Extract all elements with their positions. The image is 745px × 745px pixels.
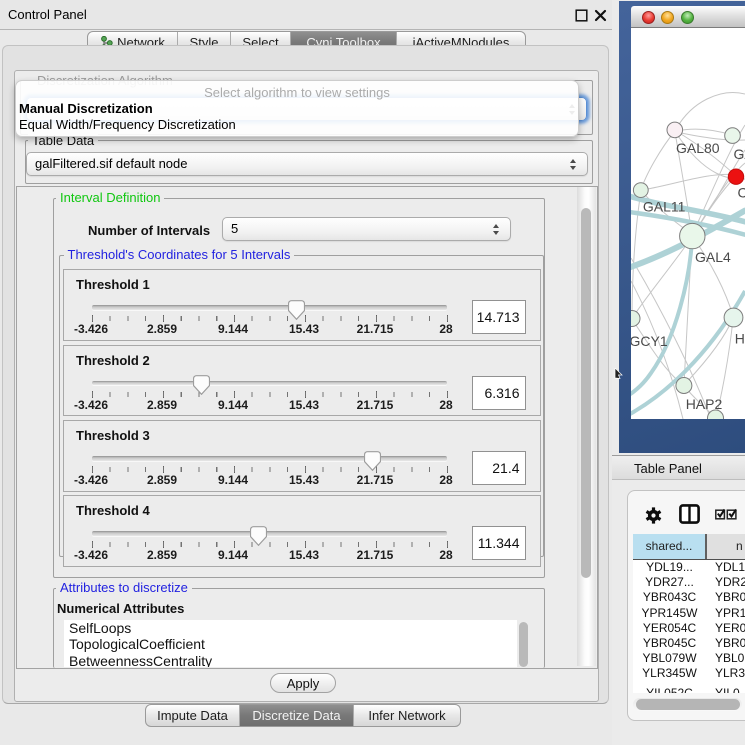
svg-text:GA: GA <box>734 146 745 162</box>
svg-text:HAP2: HAP2 <box>686 396 723 412</box>
svg-text:C: C <box>738 185 745 201</box>
svg-text:GAL11: GAL11 <box>643 199 686 215</box>
svg-text:GAL80: GAL80 <box>676 140 720 156</box>
svg-text:GCY1: GCY1 <box>631 333 668 349</box>
svg-text:H: H <box>735 331 745 347</box>
svg-text:GAL4: GAL4 <box>695 249 731 265</box>
